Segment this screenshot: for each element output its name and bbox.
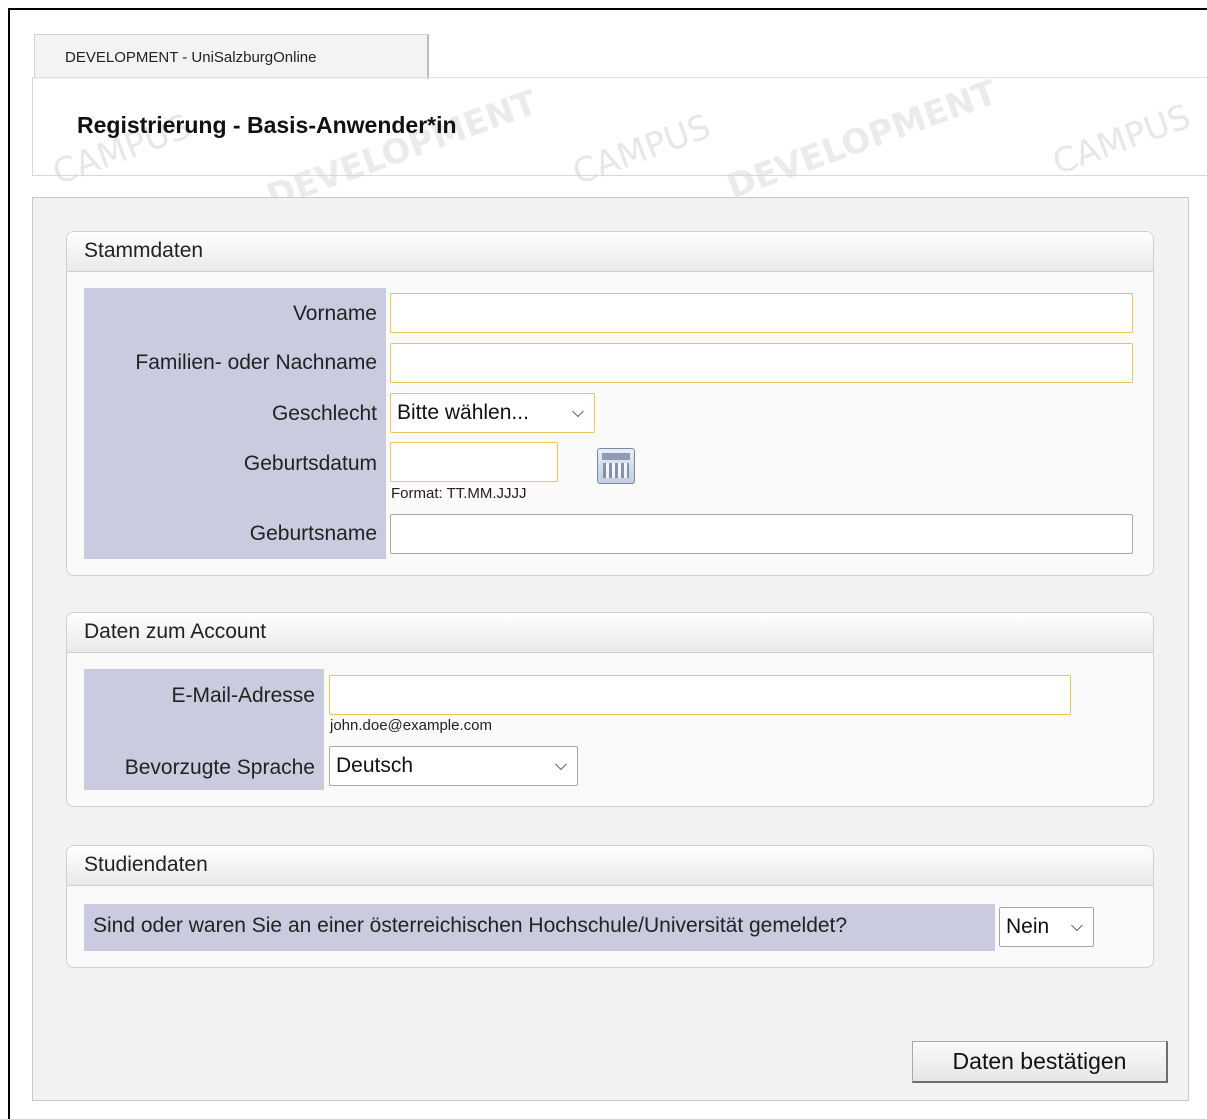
vorname-field[interactable] <box>390 293 1133 333</box>
chevron-down-icon: ⌵ <box>1070 918 1083 935</box>
geburtsdatum-field[interactable] <box>390 442 558 482</box>
geschlecht-select[interactable]: Bitte wählen... ⌵ <box>390 393 595 433</box>
vorname-label: Vorname <box>292 302 377 325</box>
page-title: Registrierung - Basis-Anwender*in <box>77 112 457 138</box>
calendar-icon[interactable] <box>597 448 635 484</box>
email-field[interactable] <box>329 675 1071 715</box>
geschlecht-label: Geschlecht <box>271 402 377 425</box>
email-hint: john.doe@example.com <box>330 717 492 734</box>
studium-value: Nein <box>1006 915 1050 938</box>
group-heading: Studiendaten <box>67 846 1153 886</box>
email-label: E-Mail-Adresse <box>171 684 315 707</box>
group-heading: Stammdaten <box>67 232 1153 272</box>
chevron-down-icon: ⌵ <box>554 757 567 774</box>
nachname-label: Familien- oder Nachname <box>135 351 377 374</box>
tab-development[interactable]: DEVELOPMENT - UniSalzburgOnline <box>34 34 429 79</box>
studium-select[interactable]: Nein ⌵ <box>999 907 1094 947</box>
geburtsdatum-hint: Format: TT.MM.JJJJ <box>391 485 527 502</box>
submit-button[interactable]: Daten bestätigen <box>912 1041 1168 1083</box>
sprache-select[interactable]: Deutsch ⌵ <box>329 746 578 786</box>
chevron-down-icon: ⌵ <box>571 404 584 421</box>
studium-question: Sind oder waren Sie an einer österreichi… <box>93 914 848 937</box>
sprache-label: Bevorzugte Sprache <box>124 756 315 779</box>
geburtsname-field[interactable] <box>390 514 1133 554</box>
geburtsname-label: Geburtsname <box>249 522 377 545</box>
group-heading: Daten zum Account <box>67 613 1153 653</box>
geschlecht-value: Bitte wählen... <box>397 401 529 424</box>
nachname-field[interactable] <box>390 343 1133 383</box>
sprache-value: Deutsch <box>336 754 414 777</box>
geburtsdatum-label: Geburtsdatum <box>243 452 377 475</box>
